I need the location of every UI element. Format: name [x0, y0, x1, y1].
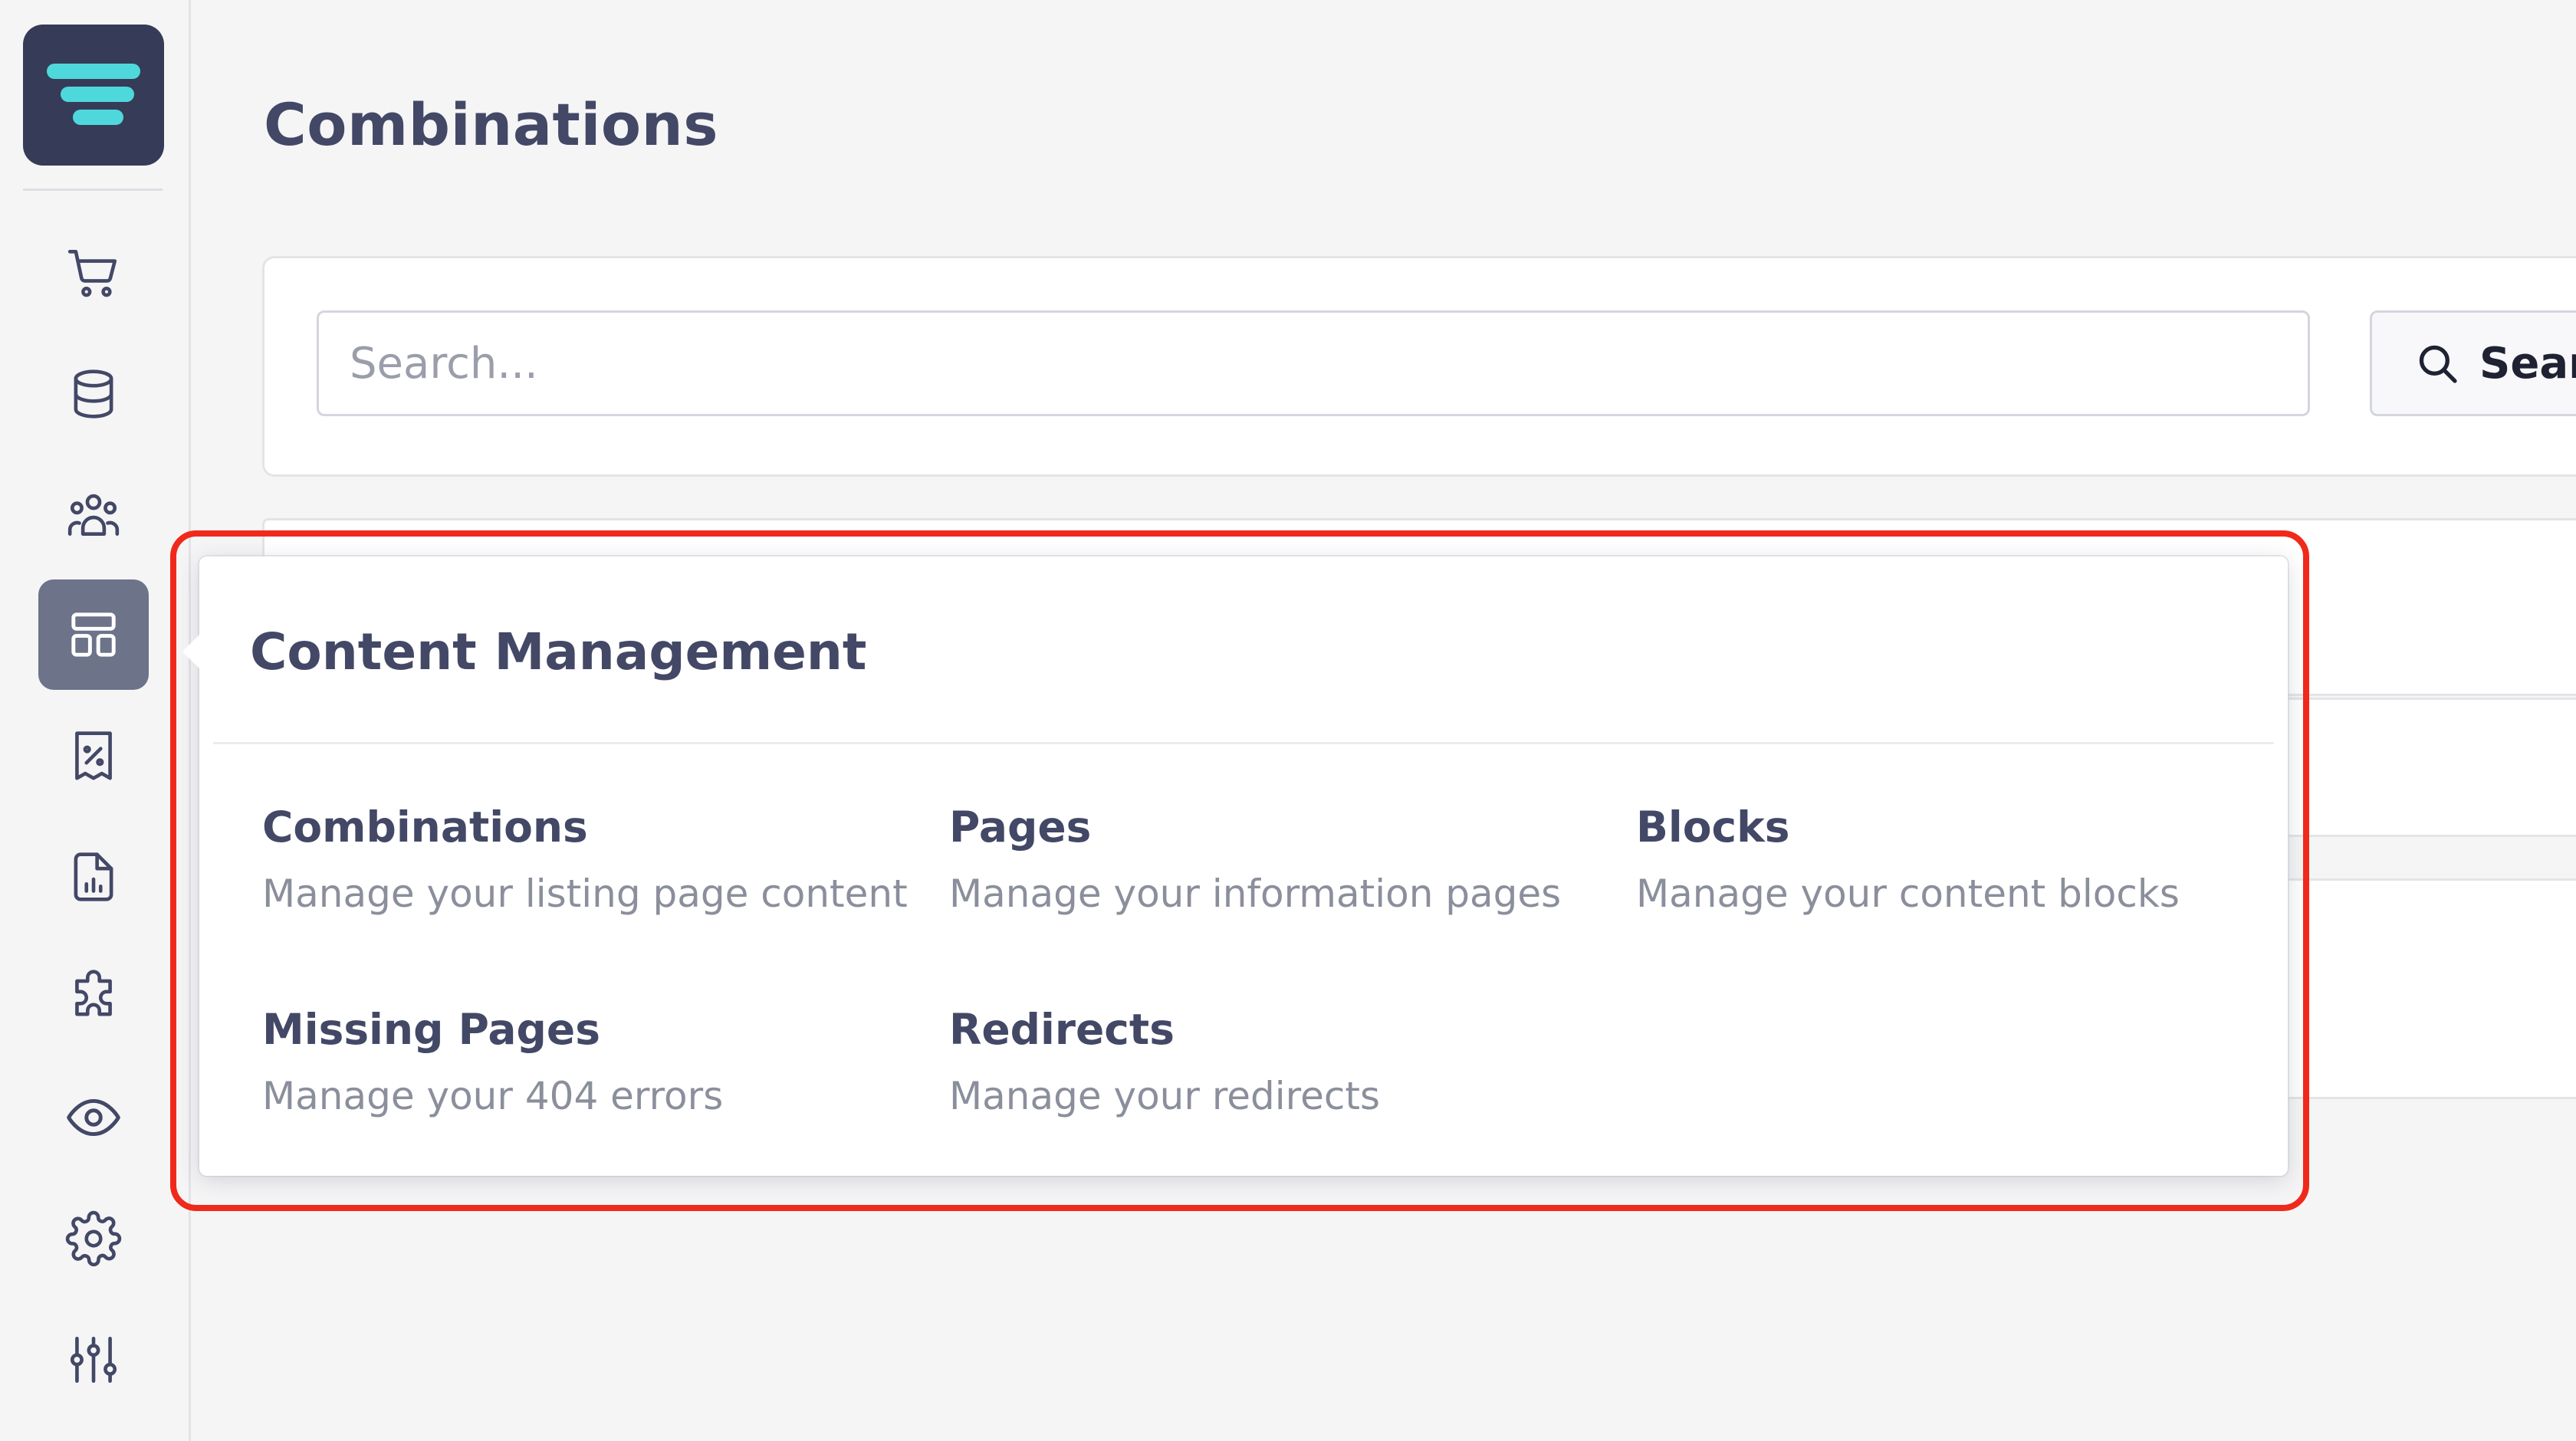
menu-item-redirects[interactable]: Redirects Manage your redirects [949, 1005, 1608, 1118]
layout-icon [71, 612, 116, 657]
database-icon [74, 369, 113, 419]
menu-item-title: Redirects [949, 1005, 1175, 1054]
sidebar-item-reports[interactable] [38, 822, 149, 932]
discount-receipt-icon [75, 731, 112, 780]
menu-item-description: Manage your redirects [949, 1074, 1381, 1118]
menu-item-title: Pages [949, 803, 1092, 852]
sidebar-item-preview[interactable] [38, 1062, 149, 1173]
menu-item-combinations[interactable]: Combinations Manage your listing page co… [262, 803, 922, 916]
menu-item-description: Manage your information pages [949, 871, 1562, 916]
sidebar-item-settings[interactable] [38, 1183, 149, 1294]
search-icon [2419, 345, 2457, 383]
popover-arrow [182, 633, 201, 670]
menu-title: Content Management [250, 622, 867, 681]
sidebar-item-customers[interactable] [38, 460, 149, 570]
search-input[interactable] [317, 310, 2310, 416]
sidebar-item-integrations[interactable] [38, 941, 149, 1052]
app-logo[interactable] [23, 25, 164, 166]
content-management-menu: Content Management Combinations Manage y… [182, 556, 2288, 1176]
sidebar [0, 0, 191, 1441]
puzzle-icon [75, 970, 112, 1016]
sidebar-item-catalog[interactable] [38, 339, 149, 449]
search-button-label: Search [2479, 338, 2576, 389]
cart-icon [67, 249, 117, 297]
sliders-icon [70, 1336, 117, 1384]
sidebar-item-promotions[interactable] [38, 701, 149, 811]
app-window: Combinations Search Content Management C… [0, 0, 2576, 1441]
users-group-icon [67, 494, 120, 536]
logo-icon [47, 64, 140, 125]
search-card: Search [262, 256, 2576, 477]
page-title: Combinations [264, 90, 718, 159]
sidebar-item-orders[interactable] [38, 218, 149, 328]
gear-icon [65, 1210, 122, 1267]
menu-item-blocks[interactable]: Blocks Manage your content blocks [1636, 803, 2295, 916]
sidebar-item-content[interactable] [38, 579, 149, 690]
menu-item-title: Combinations [262, 803, 588, 852]
menu-item-description: Manage your listing page content [262, 871, 908, 916]
sidebar-divider [23, 189, 163, 191]
menu-item-description: Manage your 404 errors [262, 1074, 724, 1118]
sidebar-item-configuration[interactable] [38, 1305, 149, 1415]
eye-icon [67, 1098, 120, 1137]
menu-item-pages[interactable]: Pages Manage your information pages [949, 803, 1608, 916]
menu-divider [213, 742, 2274, 744]
menu-item-description: Manage your content blocks [1636, 871, 2180, 916]
menu-item-title: Blocks [1636, 803, 1790, 852]
menu-item-missing-pages[interactable]: Missing Pages Manage your 404 errors [262, 1005, 922, 1118]
menu-item-title: Missing Pages [262, 1005, 600, 1054]
report-file-icon [74, 852, 113, 901]
search-button[interactable]: Search [2370, 310, 2576, 416]
